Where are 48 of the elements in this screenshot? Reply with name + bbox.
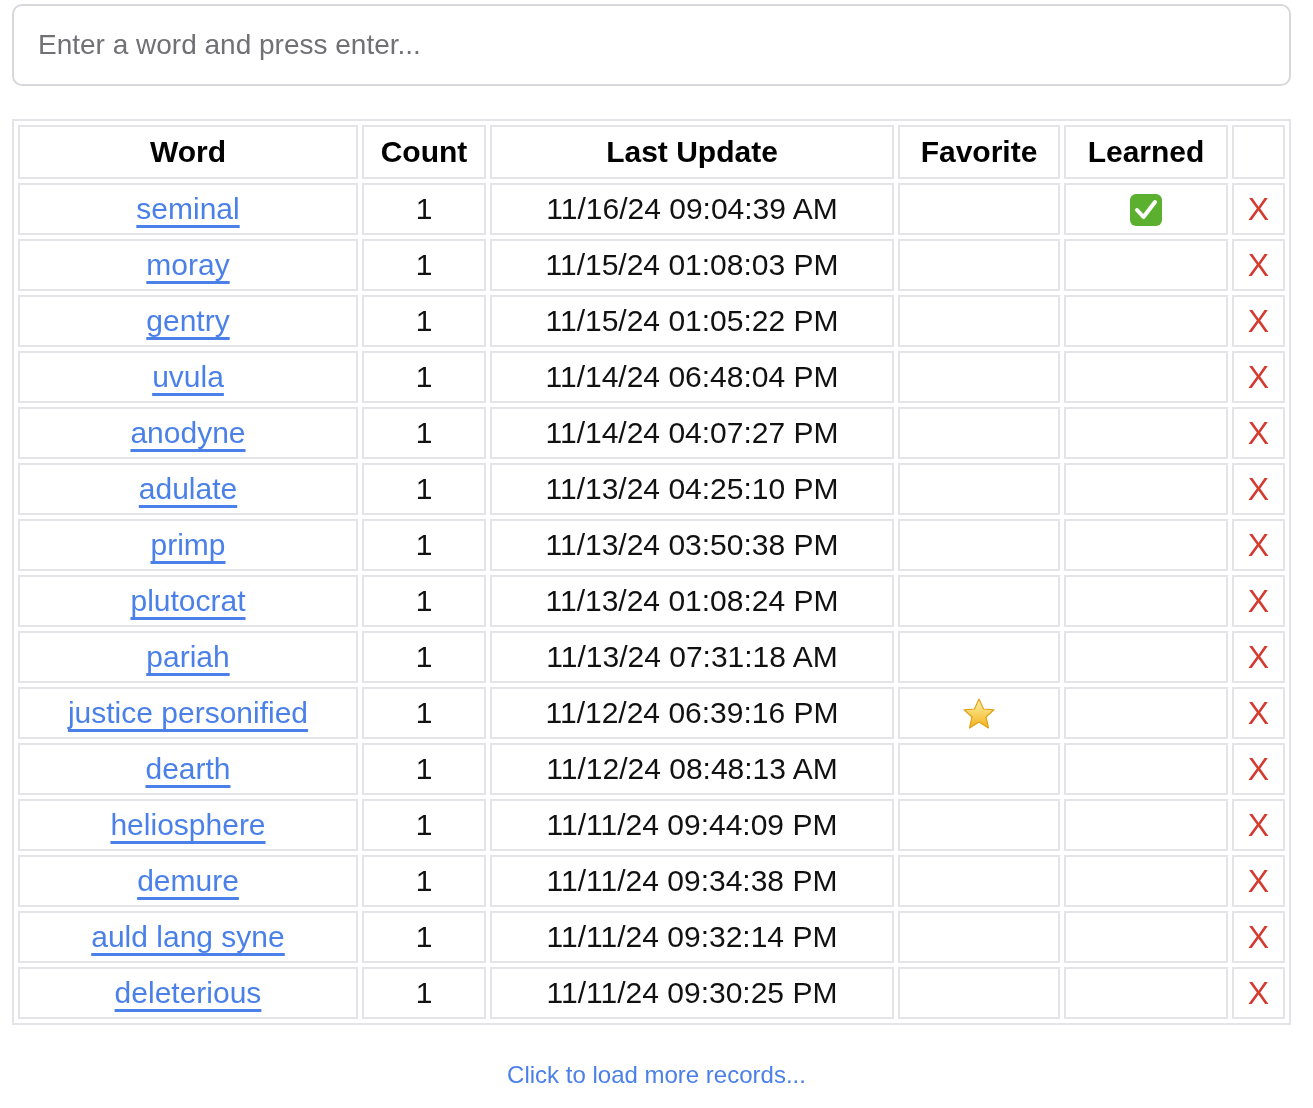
count-cell: 1 [362, 911, 486, 963]
last-update-cell: 11/14/24 04:07:27 PM [490, 407, 894, 459]
column-header: Word [18, 125, 358, 179]
column-header: Favorite [898, 125, 1060, 179]
count-cell: 1 [362, 183, 486, 235]
word-link[interactable]: pariah [146, 640, 230, 673]
last-update-cell: 11/14/24 06:48:04 PM [490, 351, 894, 403]
column-header: Count [362, 125, 486, 179]
count-cell: 1 [362, 743, 486, 795]
last-update-cell: 11/11/24 09:44:09 PM [490, 799, 894, 851]
count-cell: 1 [362, 519, 486, 571]
last-update-cell: 11/13/24 01:08:24 PM [490, 575, 894, 627]
word-link[interactable]: primp [150, 528, 226, 561]
last-update-cell: 11/15/24 01:08:03 PM [490, 239, 894, 291]
count-cell: 1 [362, 855, 486, 907]
last-update-cell: 11/16/24 09:04:39 AM [490, 183, 894, 235]
word-link[interactable]: gentry [146, 304, 230, 337]
search-field[interactable]: Enter a word and press enter... [12, 4, 1291, 86]
count-cell: 1 [362, 575, 486, 627]
last-update-cell: 11/13/24 04:25:10 PM [490, 463, 894, 515]
last-update-cell: 11/12/24 06:39:16 PM [490, 687, 894, 739]
count-cell: 1 [362, 295, 486, 347]
last-update-cell: 11/11/24 09:32:14 PM [490, 911, 894, 963]
last-update-cell: 11/11/24 09:34:38 PM [490, 855, 894, 907]
count-cell: 1 [362, 799, 486, 851]
last-update-cell: 11/13/24 07:31:18 AM [490, 631, 894, 683]
count-cell: 1 [362, 967, 486, 1019]
word-link[interactable]: moray [146, 248, 230, 281]
word-link[interactable]: adulate [138, 472, 238, 505]
star-icon [962, 697, 996, 732]
checkmark-icon [1129, 193, 1163, 228]
word-link[interactable]: demure [137, 864, 239, 897]
column-header: Learned [1064, 125, 1228, 179]
column-header: Last Update [490, 125, 894, 179]
word-link[interactable]: uvula [152, 360, 224, 393]
word-link[interactable]: seminal [136, 192, 240, 225]
count-cell: 1 [362, 407, 486, 459]
last-update-cell: 11/15/24 01:05:22 PM [490, 295, 894, 347]
count-cell: 1 [362, 239, 486, 291]
last-update-cell: 11/12/24 08:48:13 AM [490, 743, 894, 795]
count-cell: 1 [362, 631, 486, 683]
last-update-cell: 11/11/24 09:30:25 PM [490, 967, 894, 1019]
word-link[interactable]: dearth [145, 752, 231, 785]
count-cell: 1 [362, 351, 486, 403]
count-cell: 1 [362, 687, 486, 739]
last-update-cell: 11/13/24 03:50:38 PM [490, 519, 894, 571]
load-more-link[interactable]: Click to load more records... [507, 1061, 806, 1089]
count-cell: 1 [362, 463, 486, 515]
